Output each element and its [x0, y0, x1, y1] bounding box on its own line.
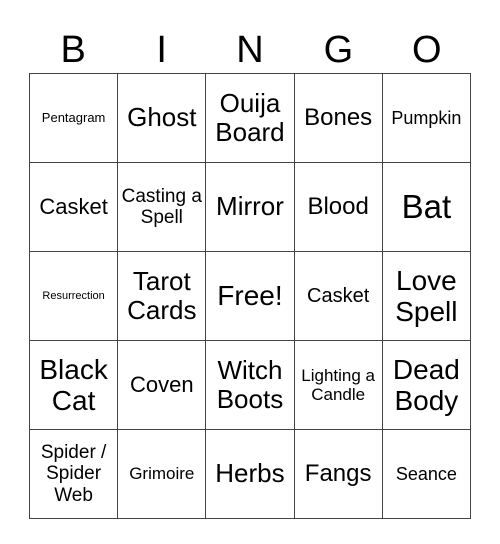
bingo-cell[interactable]: Herbs [205, 429, 295, 519]
bingo-cell[interactable]: Mirror [205, 162, 295, 252]
bingo-cell[interactable]: Ghost [117, 73, 207, 163]
bingo-cell[interactable]: Pumpkin [381, 73, 472, 163]
bingo-cell[interactable]: Casket [28, 162, 119, 252]
bingo-cell[interactable]: Bones [293, 73, 383, 163]
bingo-cell[interactable]: Pentagram [28, 73, 119, 163]
grid-row: Casket Casting a Spell Mirror Blood Bat [28, 162, 472, 252]
bingo-cell[interactable]: Blood [293, 162, 383, 252]
header-letter-n: N [236, 29, 264, 71]
bingo-cell[interactable]: Coven [117, 340, 207, 430]
bingo-cell[interactable]: Seance [381, 429, 472, 519]
free-space-cell[interactable]: Free! [205, 251, 295, 341]
bingo-cell[interactable]: Grimoire [117, 429, 207, 519]
bingo-cell[interactable]: Dead Body [381, 340, 472, 430]
bingo-cell[interactable]: Casket [293, 251, 383, 341]
bingo-cell[interactable]: Black Cat [28, 340, 119, 430]
bingo-header: B I N G O [29, 26, 471, 74]
bingo-cell[interactable]: Tarot Cards [117, 251, 207, 341]
bingo-grid: Pentagram Ghost Ouija Board Bones Pumpki… [28, 73, 472, 519]
bingo-cell[interactable]: Witch Boots [205, 340, 295, 430]
grid-row: Spider / Spider Web Grimoire Herbs Fangs… [28, 429, 472, 519]
grid-row: Resurrection Tarot Cards Free! Casket Lo… [28, 251, 472, 341]
header-letter-i: I [156, 29, 167, 71]
bingo-cell[interactable]: Casting a Spell [117, 162, 207, 252]
bingo-cell[interactable]: Spider / Spider Web [28, 429, 119, 519]
bingo-cell[interactable]: Fangs [293, 429, 383, 519]
header-letter-g: G [323, 29, 354, 71]
bingo-cell[interactable]: Resurrection [28, 251, 119, 341]
bingo-cell[interactable]: Ouija Board [205, 73, 295, 163]
header-letter-b: B [60, 29, 86, 71]
grid-row: Black Cat Coven Witch Boots Lighting a C… [28, 340, 472, 430]
bingo-cell[interactable]: Bat [381, 162, 472, 252]
grid-row: Pentagram Ghost Ouija Board Bones Pumpki… [28, 73, 472, 163]
bingo-cell[interactable]: Lighting a Candle [293, 340, 383, 430]
header-letter-o: O [412, 29, 442, 71]
bingo-cell[interactable]: Love Spell [381, 251, 472, 341]
